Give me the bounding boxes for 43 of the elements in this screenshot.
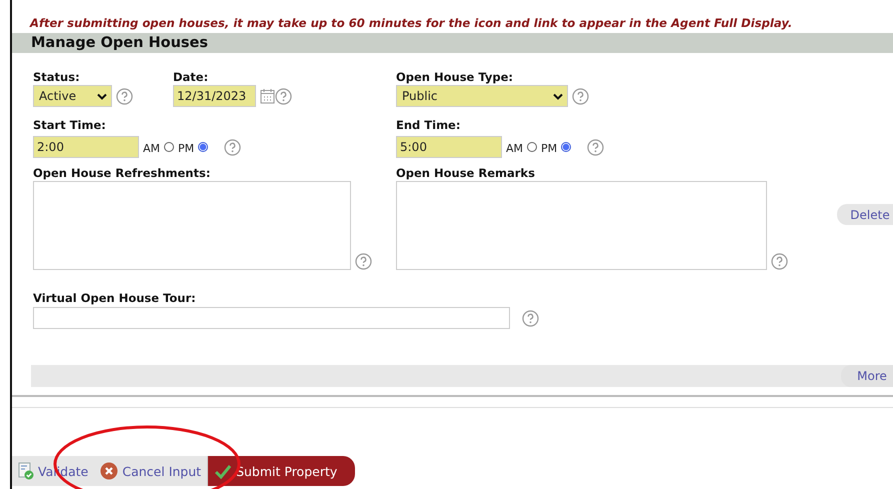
date-field[interactable]: 12/31/2023 [173,85,256,107]
radio-button[interactable] [527,142,538,152]
field-label: End Time: [396,118,462,133]
type-select[interactable]: Public [396,85,568,107]
cancel-icon [100,462,118,480]
end-time-field[interactable]: 5:00 [396,136,502,158]
period-label: PM [541,142,558,155]
document-check-icon [18,462,34,480]
field-label: Open House Remarks [396,166,536,181]
refreshments-textarea[interactable] [33,181,351,270]
section-title: Manage Open Houses [31,35,208,51]
help-icon[interactable] [771,253,788,270]
help-icon[interactable] [587,138,604,156]
caret-icon [553,92,563,100]
field-label: Date: [173,70,210,85]
help-icon[interactable] [224,138,242,156]
help-icon[interactable] [355,253,372,270]
help-icon[interactable] [116,88,133,104]
field-label: Open House Type: [396,70,514,85]
help-icon[interactable] [275,88,292,104]
calendar-icon[interactable] [260,88,275,104]
field-label: Start Time: [33,118,107,133]
help-icon[interactable] [572,88,589,104]
field-label: Virtual Open House Tour: [33,291,197,306]
status-select[interactable]: Active [33,85,112,107]
period-label: AM [506,142,524,155]
field-label: Open House Refreshments: [33,166,212,181]
help-icon[interactable] [522,310,539,326]
period-label: PM [178,142,194,155]
remarks-textarea[interactable] [396,181,767,270]
radio-button[interactable] [164,142,174,152]
more-button[interactable]: More [841,365,893,387]
delete-button[interactable]: Delete [837,204,893,225]
check-icon [214,464,232,478]
period-label: AM [143,142,160,155]
field-label: Status: [33,70,81,85]
virtual-tour-field[interactable] [33,307,510,329]
start-time-field[interactable]: 2:00 [33,136,139,158]
radio-button[interactable] [561,142,572,152]
caret-icon [97,92,107,100]
radio-button[interactable] [198,142,208,152]
notice-text: After submitting open houses, it may take up to 60 minutes for the icon and link to appear in the Agent Full Display. [28,15,794,32]
cancel-button[interactable]: Cancel Input [94,456,208,486]
